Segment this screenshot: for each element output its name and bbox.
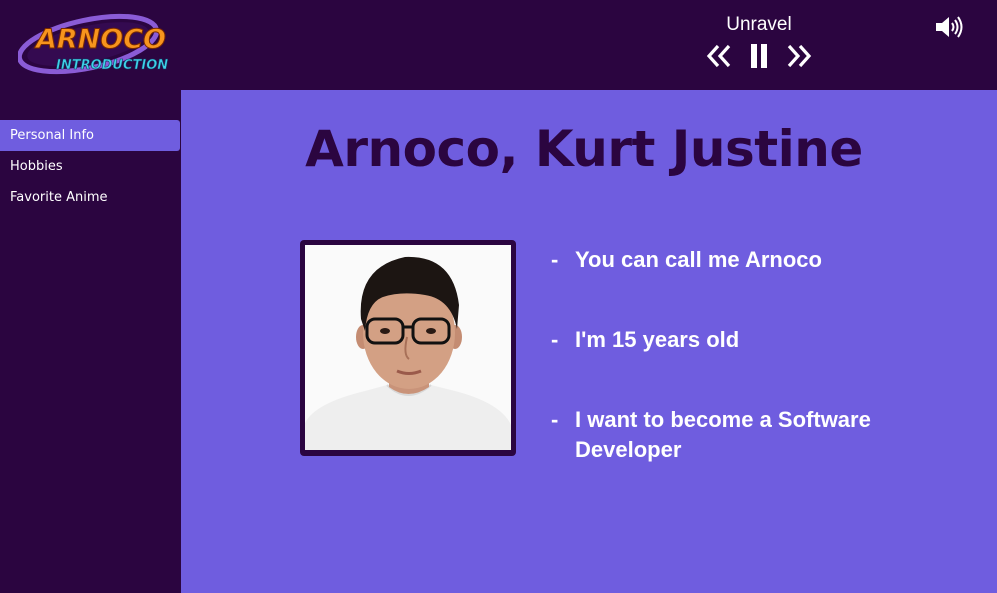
fact-item: - I'm 15 years old (551, 325, 951, 355)
sidebar-item-favorite-anime[interactable]: Favorite Anime (0, 182, 180, 213)
site-logo[interactable]: ARNOCO INTRODUCTION (18, 10, 168, 76)
page-title: Arnoco, Kurt Justine (305, 120, 863, 178)
profile-photo-frame (300, 240, 516, 456)
fact-text: You can call me Arnoco (575, 247, 822, 272)
logo-line2: INTRODUCTION (56, 58, 168, 73)
profile-photo (305, 245, 511, 450)
sidebar-nav: Personal Info Hobbies Favorite Anime (0, 90, 181, 593)
fact-item: - You can call me Arnoco (551, 245, 951, 275)
player-controls (700, 42, 818, 70)
fact-bullet: - (551, 327, 559, 352)
content-panel: Arnoco, Kurt Justine - You can call me A… (181, 90, 997, 593)
logo-line1: ARNOCO (34, 24, 166, 55)
sidebar-item-hobbies[interactable]: Hobbies (0, 151, 180, 182)
fact-text: I want to become a Software Developer (575, 407, 871, 462)
music-player: Unravel (700, 14, 818, 74)
fact-bullet: - (551, 407, 559, 432)
logo-graphic: ARNOCO INTRODUCTION (18, 13, 168, 75)
fact-bullet: - (551, 247, 559, 272)
fact-text: I'm 15 years old (575, 327, 740, 352)
fact-item: - I want to become a Software Developer (551, 405, 931, 465)
fast-forward-icon[interactable] (784, 42, 814, 70)
speaker-icon[interactable] (934, 14, 964, 40)
song-title: Unravel (726, 14, 792, 35)
pause-icon[interactable] (744, 42, 774, 70)
sidebar-item-personal-info[interactable]: Personal Info (0, 120, 180, 151)
top-bar: ARNOCO INTRODUCTION Unravel (0, 0, 997, 90)
rewind-icon[interactable] (704, 42, 734, 70)
